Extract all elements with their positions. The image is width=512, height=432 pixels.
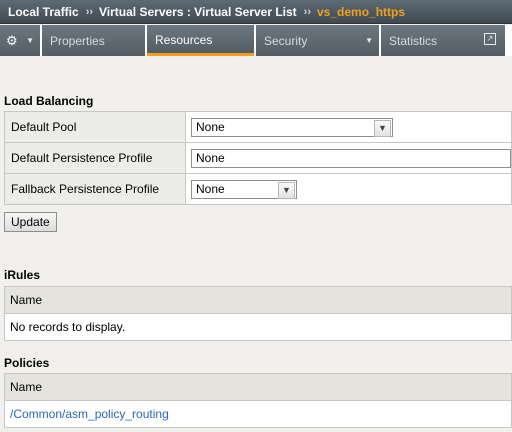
irules-empty-message: No records to display.	[4, 313, 512, 341]
irules-header-row: Name	[4, 286, 512, 314]
breadcrumb-local-traffic[interactable]: Local Traffic	[8, 5, 79, 19]
default-pool-value: None	[196, 120, 225, 134]
fallback-persistence-value: None	[196, 182, 225, 196]
default-pool-select[interactable]: None ▼	[191, 117, 393, 137]
fallback-persistence-label: Fallback Persistence Profile	[4, 173, 186, 205]
external-link-icon[interactable]: ↗	[484, 33, 496, 45]
gear-icon: ⚙	[6, 32, 18, 48]
policies-title: Policies	[4, 356, 50, 370]
load-balancing-title: Load Balancing	[4, 94, 94, 108]
default-pool-cell: None ▼	[185, 111, 512, 143]
breadcrumb: Local Traffic ›› Virtual Servers : Virtu…	[0, 0, 512, 24]
breadcrumb-separator: ››	[303, 5, 311, 18]
irules-name-column-header[interactable]: Name	[4, 286, 512, 314]
gear-menu-button[interactable]: ⚙ ▼	[0, 25, 40, 56]
tab-statistics[interactable]: Statistics ↗	[381, 25, 505, 56]
policies-name-column-header[interactable]: Name	[4, 373, 512, 401]
default-persistence-row: Default Persistence Profile None	[4, 142, 512, 174]
update-button[interactable]: Update	[4, 212, 57, 232]
chevron-down-icon[interactable]: ▼	[278, 181, 295, 199]
irules-title: iRules	[4, 268, 41, 282]
default-persistence-label: Default Persistence Profile	[4, 142, 186, 174]
tab-security[interactable]: Security ▼	[256, 25, 379, 56]
default-persistence-value: None	[196, 151, 225, 165]
fallback-persistence-row: Fallback Persistence Profile None ▼	[4, 173, 512, 205]
chevron-down-icon: ▼	[26, 36, 34, 45]
default-pool-label: Default Pool	[4, 111, 186, 143]
tab-statistics-label: Statistics	[389, 33, 438, 48]
fallback-persistence-cell: None ▼	[185, 173, 512, 205]
default-pool-row: Default Pool None ▼	[4, 111, 512, 143]
irules-table: Name No records to display.	[4, 286, 512, 341]
chevron-down-icon[interactable]: ▼	[374, 119, 391, 137]
table-row: /Common/asm_policy_routing	[4, 400, 512, 428]
breadcrumb-separator: ››	[85, 5, 94, 18]
chevron-down-icon: ▼	[365, 36, 373, 45]
tab-bar: ⚙ ▼ Properties Resources Security ▼ Stat…	[0, 25, 512, 56]
default-persistence-cell: None	[185, 142, 512, 174]
load-balancing-table: Default Pool None ▼ Default Persistence …	[4, 111, 512, 205]
policies-header-row: Name	[4, 373, 512, 401]
tab-properties-label: Properties	[50, 33, 105, 48]
irules-empty-row: No records to display.	[4, 313, 512, 341]
tab-resources-label: Resources	[155, 33, 213, 47]
tab-resources[interactable]: Resources	[147, 25, 254, 56]
policies-table: Name /Common/asm_policy_routing	[4, 373, 512, 428]
fallback-persistence-select[interactable]: None ▼	[191, 179, 297, 199]
tab-properties[interactable]: Properties	[42, 25, 145, 56]
default-persistence-field[interactable]: None	[191, 148, 511, 168]
policy-link[interactable]: /Common/asm_policy_routing	[10, 407, 169, 421]
breadcrumb-current: vs_demo_https	[317, 4, 406, 19]
policy-cell: /Common/asm_policy_routing	[4, 400, 512, 428]
breadcrumb-virtual-server-list[interactable]: Virtual Servers : Virtual Server List	[99, 5, 297, 19]
tab-security-label: Security	[264, 33, 308, 48]
